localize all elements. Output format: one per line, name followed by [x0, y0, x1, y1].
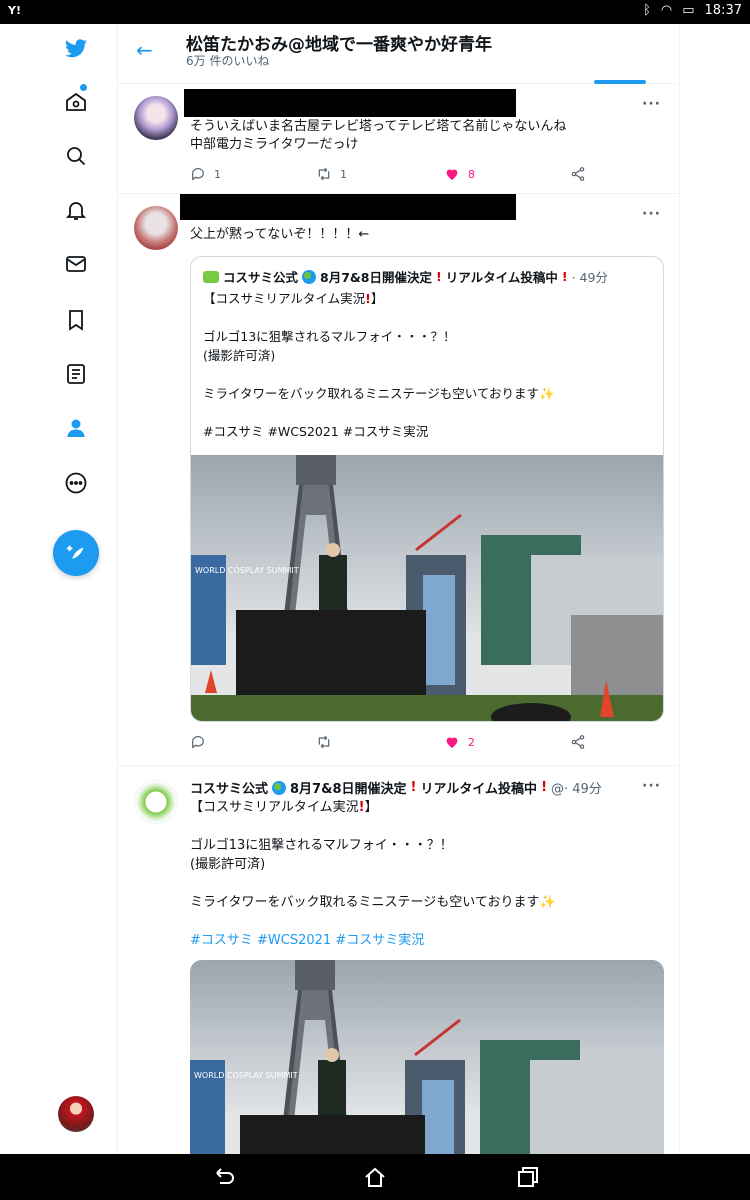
tweet-2[interactable]: ··· 父上が黙ってないぞ！！！！← コスサミ公式 8月7&8日開催決定! リアル…	[118, 194, 679, 766]
exclamation-emoji-icon: !	[541, 780, 547, 795]
bookmark-icon[interactable]	[58, 302, 94, 338]
tv-tower-photo-illustration: WORLD COSPLAY SUMMIT	[191, 455, 663, 721]
heart-filled-icon	[446, 169, 458, 180]
back-arrow-icon[interactable]: ←	[136, 38, 153, 62]
like-count: 8	[468, 167, 475, 181]
redaction-bar	[180, 194, 516, 220]
author-name-suffix: 8月7&8日開催決定	[290, 782, 407, 797]
search-icon[interactable]	[58, 138, 94, 174]
quoted-tweet-text: 【コスサミリアルタイム実況!】 ゴルゴ13に狙撃されるマルフォイ・・・？！ (撮…	[203, 289, 555, 441]
globe-emoji-icon	[302, 269, 317, 284]
clock: 18:37	[704, 3, 742, 18]
exclamation-emoji-icon: !	[410, 780, 417, 795]
recent-apps-icon[interactable]	[516, 1166, 540, 1188]
tweet-3-line1: 【コスサミリアルタイム実況	[190, 800, 359, 815]
tweet-3-line1-end: 】	[364, 800, 378, 815]
lists-icon[interactable]	[58, 356, 94, 392]
tweet-3-avatar[interactable]	[134, 780, 178, 824]
tweet-3-body: ゴルゴ13に狙撃されるマルフォイ・・・？！ (撮影許可済) ミライタワーをバック…	[190, 838, 556, 910]
tweet-1-actions: 1 1 8	[190, 166, 590, 186]
home-nav-icon[interactable]	[363, 1166, 387, 1188]
share-icon	[571, 735, 585, 749]
photo-banner-text: WORLD COSPLAY SUMMIT	[194, 1071, 298, 1080]
tweet-1-text: そういえばいま名古屋テレビ塔ってテレビ塔て名前じゃないんね 中部電力ミライタワー…	[190, 119, 567, 152]
retweet-button[interactable]: 1	[316, 166, 347, 182]
cossummit-logo-icon	[203, 270, 219, 283]
account-avatar[interactable]	[58, 1096, 94, 1132]
quoted-body: ゴルゴ13に狙撃されるマルフォイ・・・？！ (撮影許可済) ミライタワーをバック…	[203, 329, 555, 401]
tv-tower-photo-illustration: WORLD COSPLAY SUMMIT	[190, 960, 664, 1154]
tweet-2-text: 父上が黙ってないぞ！！！！←	[190, 227, 370, 242]
tweet-3-photo[interactable]: WORLD COSPLAY SUMMIT	[190, 960, 664, 1154]
system-navigation-bar	[0, 1154, 750, 1200]
main-timeline: ← 松笛たかおみ@地域で一番爽やか好青年 6万 件のいいね ··· そういえばい…	[118, 24, 680, 1154]
author-name: コスサミ公式	[190, 782, 269, 797]
tweet-3-handle-time: @· 49分	[551, 782, 602, 797]
tweet-3[interactable]: コスサミ公式 8月7&8日開催決定! リアルタイム投稿中! @· 49分 ··· …	[118, 766, 679, 1154]
sidebar-nav	[0, 24, 118, 1154]
bluetooth-icon: ᛒ	[643, 3, 651, 18]
quoted-line1-end: 】	[370, 291, 384, 306]
tweet-3-header: コスサミ公式 8月7&8日開催決定! リアルタイム投稿中! @· 49分	[190, 778, 602, 797]
more-options-icon[interactable]	[58, 465, 94, 501]
carrier-label: Y!	[8, 4, 21, 17]
globe-emoji-icon	[272, 780, 287, 795]
reply-button[interactable]: 1	[190, 166, 221, 182]
tweet-1-avatar[interactable]	[134, 96, 178, 140]
tweet-3-more-icon[interactable]: ···	[642, 778, 661, 794]
quoted-tweet-photo[interactable]: WORLD COSPLAY SUMMIT	[191, 455, 663, 721]
quoted-author-name: コスサミ公式	[223, 270, 299, 285]
heart-filled-icon	[446, 737, 458, 748]
tweet-3-hashtags[interactable]: #コスサミ #WCS2021 #コスサミ実況	[190, 933, 424, 948]
retweet-count: 1	[340, 167, 347, 181]
retweet-button[interactable]	[316, 734, 340, 750]
bell-icon[interactable]	[58, 192, 94, 228]
wifi-icon: ◠	[660, 3, 673, 18]
profile-icon[interactable]	[58, 410, 94, 446]
photo-banner-text: WORLD COSPLAY SUMMIT	[195, 566, 299, 575]
like-button[interactable]: 8	[444, 166, 475, 182]
reply-button[interactable]	[190, 734, 214, 750]
retweet-icon	[318, 735, 330, 749]
like-button[interactable]: 2	[444, 734, 475, 750]
battery-icon: ▭	[682, 3, 695, 18]
quoted-author-name-tail: リアルタイム投稿中	[445, 270, 558, 285]
quoted-author-name-suffix: 8月7&8日開催決定	[320, 270, 433, 285]
author-name-tail: リアルタイム投稿中	[420, 782, 538, 797]
tweet-3-text: 【コスサミリアルタイム実況!】 ゴルゴ13に狙撃されるマルフォイ・・・？！ (撮…	[190, 798, 556, 950]
tweet-2-actions: 2	[190, 734, 590, 754]
exclamation-emoji-icon: !	[561, 269, 568, 284]
compose-tweet-button[interactable]	[53, 530, 99, 576]
tweet-1[interactable]: ··· そういえばいま名古屋テレビ塔ってテレビ塔て名前じゃないんね 中部電力ミラ…	[118, 84, 679, 194]
tweet-2-avatar[interactable]	[134, 206, 178, 250]
likes-count-subtitle: 6万 件のいいね	[186, 54, 270, 68]
page-header: ← 松笛たかおみ@地域で一番爽やか好青年 6万 件のいいね	[118, 24, 679, 84]
quoted-hashtags: #コスサミ #WCS2021 #コスサミ実況	[203, 424, 429, 439]
home-icon[interactable]	[58, 84, 94, 120]
share-icon	[571, 167, 585, 181]
home-notification-dot	[80, 84, 87, 91]
tweet-2-more-icon[interactable]: ···	[642, 206, 661, 222]
redaction-bar	[184, 89, 516, 117]
exclamation-emoji-icon: !	[436, 269, 442, 284]
reply-count: 1	[214, 167, 221, 181]
reply-icon	[192, 168, 204, 181]
retweet-icon	[318, 167, 330, 181]
twitter-logo-icon[interactable]	[58, 30, 94, 66]
reply-icon	[192, 736, 204, 749]
tweet-1-more-icon[interactable]: ···	[642, 96, 661, 112]
back-nav-icon[interactable]	[212, 1166, 236, 1188]
quoted-tweet-header: コスサミ公式 8月7&8日開催決定! リアルタイム投稿中! · 49分	[203, 267, 608, 286]
quoted-tweet[interactable]: コスサミ公式 8月7&8日開催決定! リアルタイム投稿中! · 49分 【コスサミ…	[190, 256, 664, 722]
share-button[interactable]	[570, 734, 586, 750]
quoted-tweet-time: · 49分	[571, 270, 608, 285]
quoted-line1: 【コスサミリアルタイム実況	[203, 291, 366, 306]
share-button[interactable]	[570, 166, 586, 182]
like-count: 2	[468, 735, 475, 749]
feather-plus-icon	[66, 545, 84, 559]
status-bar: Y! ᛒ ◠ ▭ 18:37	[0, 0, 750, 24]
mail-icon[interactable]	[58, 246, 94, 282]
